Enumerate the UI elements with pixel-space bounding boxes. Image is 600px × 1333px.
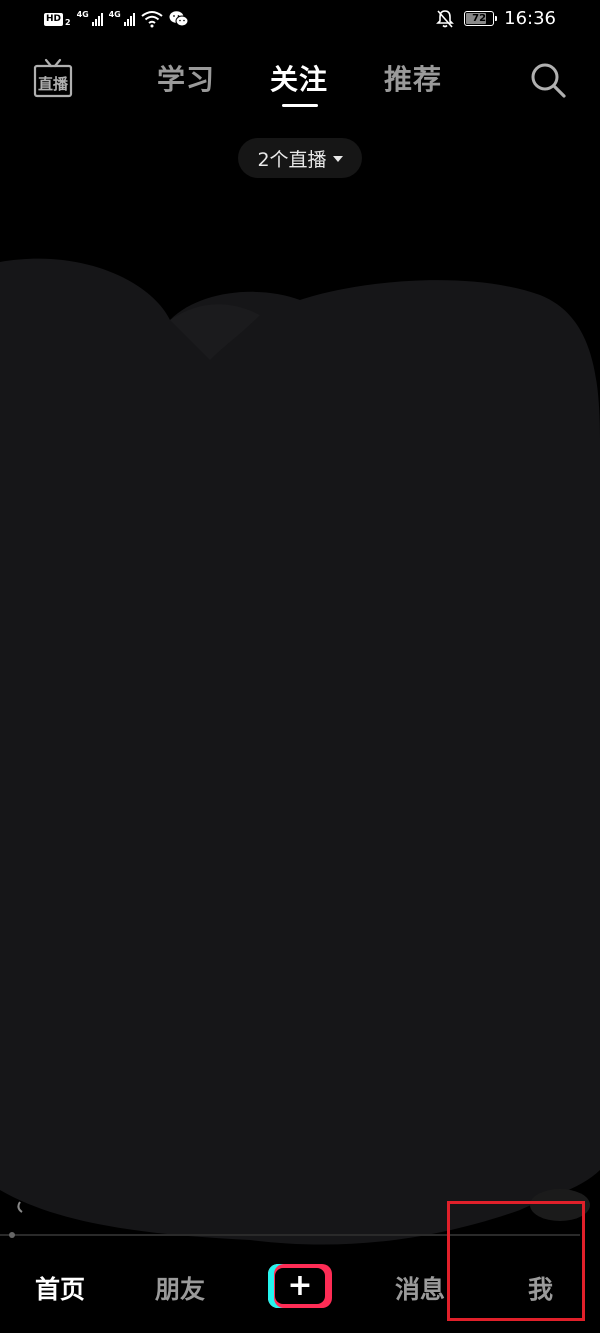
hd-sub-label: 2 <box>65 17 71 27</box>
search-icon[interactable] <box>528 60 568 100</box>
tab-study[interactable]: 学习 <box>157 58 215 98</box>
video-placeholder[interactable] <box>0 240 600 1270</box>
highlight-box <box>447 1201 585 1321</box>
signal-2-label: 4G <box>108 10 121 19</box>
mute-bell-icon <box>436 9 455 28</box>
tab-recommend[interactable]: 推荐 <box>384 58 442 98</box>
nav-friends[interactable]: 朋友 <box>155 1270 205 1306</box>
tab-following[interactable]: 关注 <box>270 58 328 98</box>
signal-2-icon: 4G <box>109 10 135 28</box>
signal-1-icon: 4G <box>77 10 103 28</box>
nav-home[interactable]: 首页 <box>35 1270 85 1306</box>
nav-messages[interactable]: 消息 <box>395 1270 445 1306</box>
status-left-group: HD 2 4G 4G <box>44 10 189 28</box>
live-count-dropdown[interactable]: 2个直播 <box>238 138 362 178</box>
status-time: 16:36 <box>504 8 556 29</box>
plus-icon: + <box>287 1268 313 1303</box>
hd-badge: HD <box>44 12 64 26</box>
top-tabs: 学习 关注 推荐 <box>0 58 600 98</box>
signal-1-label: 4G <box>76 10 89 19</box>
caret-down-icon <box>332 156 343 162</box>
status-bar: HD 2 4G 4G 72 16:36 <box>0 0 600 40</box>
wifi-icon <box>140 11 163 28</box>
create-post-button[interactable]: + <box>268 1264 332 1308</box>
wechat-icon <box>169 11 189 27</box>
active-tab-indicator <box>282 104 318 107</box>
battery-level: 72 <box>472 13 487 24</box>
live-count-label: 2个直播 <box>257 148 327 171</box>
status-right-group: 72 16:36 <box>436 8 556 29</box>
battery-icon: 72 <box>464 11 498 26</box>
progress-handle[interactable] <box>9 1232 15 1238</box>
